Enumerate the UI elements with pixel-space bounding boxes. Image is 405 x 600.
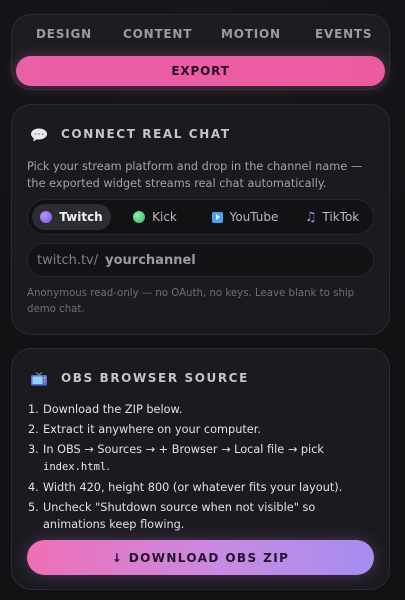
platform-twitch[interactable]: Twitch (32, 204, 111, 230)
tab-content[interactable]: CONTENT (123, 27, 192, 41)
speech-bubble-icon (30, 127, 48, 142)
connect-chat-card: CONNECT REAL CHAT Pick your stream platf… (11, 104, 390, 335)
obs-source-title: OBS BROWSER SOURCE (61, 371, 249, 385)
connect-chat-hint: Anonymous read-only — no OAuth, no keys.… (27, 288, 355, 315)
tab-events[interactable]: EVENTS (315, 27, 372, 41)
connect-chat-description: Pick your stream platform and drop in th… (27, 160, 363, 190)
obs-steps-list: 1. Download the ZIP below. 2. Extract it… (28, 401, 376, 536)
list-item: 4. Width 420, height 800 (or whatever fi… (28, 481, 343, 494)
platform-label: YouTube (229, 210, 279, 224)
tv-icon (30, 371, 48, 386)
editor-nav-card: DESIGN CONTENT MOTION EVENTS EXPORT (11, 14, 390, 90)
code-filename: index.html (43, 461, 107, 473)
platform-youtube[interactable]: YouTube (200, 204, 290, 230)
tab-motion[interactable]: MOTION (221, 27, 281, 41)
obs-source-header: OBS BROWSER SOURCE (30, 369, 249, 387)
twitch-dot-icon (40, 211, 53, 223)
editor-tabs: DESIGN CONTENT MOTION EVENTS (12, 27, 389, 45)
platform-tiktok[interactable]: ♫ TikTok (294, 204, 370, 230)
channel-field: twitch.tv/ (27, 243, 374, 277)
connect-chat-title: CONNECT REAL CHAT (61, 127, 231, 141)
tab-design[interactable]: DESIGN (36, 27, 92, 41)
kick-dot-icon (133, 211, 146, 223)
youtube-play-icon (211, 211, 223, 223)
export-button[interactable]: EXPORT (16, 56, 385, 86)
list-item: 3. In OBS → Sources → + Browser → Local … (28, 443, 324, 473)
download-obs-zip-button[interactable]: ↓ DOWNLOAD OBS ZIP (27, 540, 374, 575)
obs-source-card: OBS BROWSER SOURCE 1. Download the ZIP b… (11, 348, 390, 590)
connect-chat-header: CONNECT REAL CHAT (30, 125, 231, 143)
platform-label: Twitch (59, 210, 103, 224)
list-item: 2. Extract it anywhere on your computer. (28, 423, 261, 436)
platform-label: TikTok (322, 210, 360, 224)
list-item: 5. Uncheck "Shutdown source when not vis… (28, 501, 316, 531)
platform-kick[interactable]: Kick (122, 204, 188, 230)
channel-input[interactable] (105, 252, 346, 268)
platform-label: Kick (152, 210, 177, 224)
platform-selector: Twitch Kick YouTube ♫ TikTok (27, 199, 374, 235)
music-note-icon: ♫ (304, 209, 317, 225)
list-item: 1. Download the ZIP below. (28, 403, 183, 416)
channel-prefix: twitch.tv/ (37, 252, 99, 268)
